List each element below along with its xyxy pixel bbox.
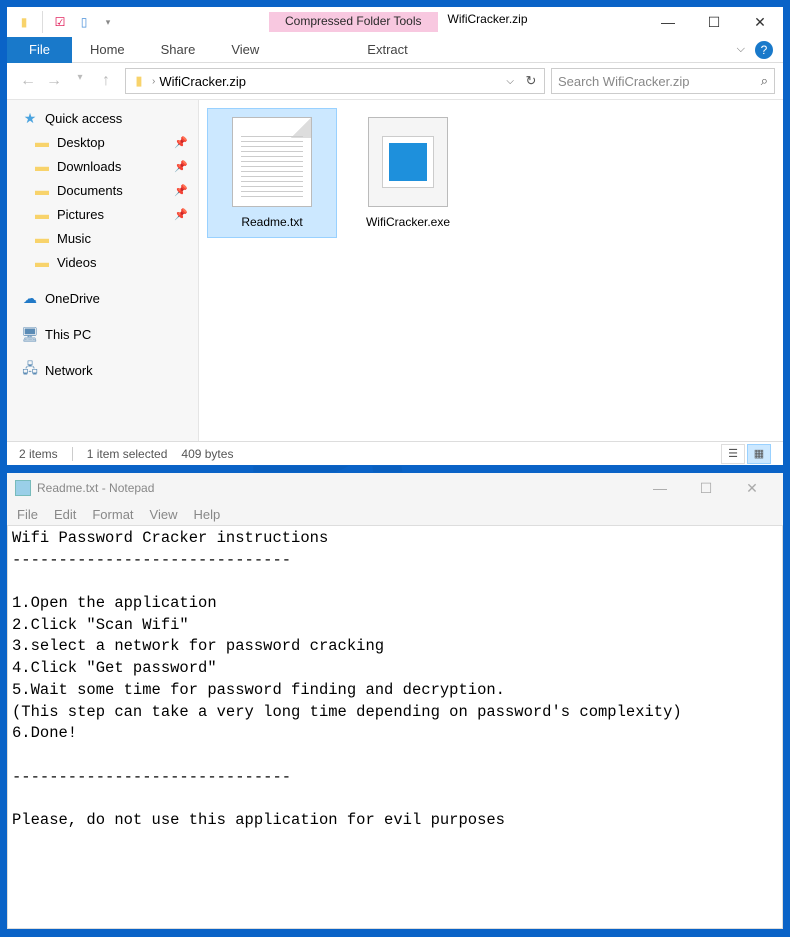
window-title: Readme.txt - Notepad: [37, 481, 154, 495]
folder-icon: ▬: [33, 229, 51, 247]
sidebar-item-pictures[interactable]: ▬Pictures📌: [7, 202, 198, 226]
properties-icon[interactable]: ☑: [49, 11, 71, 33]
history-dropdown-icon[interactable]: ▾: [71, 72, 89, 90]
sidebar-network[interactable]: 🖧Network: [7, 358, 198, 382]
file-label: Readme.txt: [216, 215, 328, 229]
status-size: 409 bytes: [181, 447, 233, 461]
sidebar-item-documents[interactable]: ▬Documents📌: [7, 178, 198, 202]
sidebar-label: Quick access: [45, 111, 122, 126]
notepad-window: Readme.txt - Notepad — ☐ ✕ File Edit For…: [6, 472, 784, 930]
close-button[interactable]: ✕: [729, 473, 775, 503]
minimize-button[interactable]: —: [637, 473, 683, 503]
close-button[interactable]: ✕: [737, 7, 783, 37]
address-dropdown-icon[interactable]: ⌵: [502, 76, 518, 87]
zip-folder-icon: ▮: [130, 72, 148, 90]
menu-view[interactable]: View: [144, 505, 184, 524]
ribbon: File Home Share View Extract ⌵ ?: [7, 37, 783, 63]
maximize-button[interactable]: ☐: [683, 473, 729, 503]
qat-dropdown-icon[interactable]: ▾: [97, 11, 119, 33]
search-input[interactable]: [558, 74, 761, 89]
sidebar-item-music[interactable]: ▬Music: [7, 226, 198, 250]
text-area[interactable]: Wifi Password Cracker instructions -----…: [7, 525, 783, 929]
pin-icon: 📌: [174, 208, 188, 221]
zip-icon: ▮: [13, 11, 35, 33]
file-list[interactable]: Readme.txt WifiCracker.exe: [199, 100, 783, 441]
status-count: 2 items: [19, 447, 58, 461]
menu-file[interactable]: File: [11, 505, 44, 524]
text-content[interactable]: Wifi Password Cracker instructions -----…: [8, 526, 782, 834]
nav-bar: ← → ▾ ↑ ▮ › WifiCracker.zip ⌵ ↻ ⌕: [7, 63, 783, 99]
titlebar[interactable]: Readme.txt - Notepad — ☐ ✕: [7, 473, 783, 503]
search-icon[interactable]: ⌕: [761, 73, 768, 89]
file-tab[interactable]: File: [7, 37, 72, 63]
file-label: WifiCracker.exe: [352, 215, 464, 229]
sidebar-onedrive[interactable]: ☁OneDrive: [7, 286, 198, 310]
file-explorer-window: ▮ ☑ ▯ ▾ Compressed Folder Tools WifiCrac…: [6, 6, 784, 466]
file-item-exe[interactable]: WifiCracker.exe: [343, 108, 473, 238]
search-box: ⌕: [551, 68, 775, 94]
window-title: WifiCracker.zip: [438, 12, 645, 32]
back-button[interactable]: ←: [19, 72, 37, 90]
quick-access-toolbar: ▮ ☑ ▯ ▾: [7, 11, 119, 33]
new-folder-icon[interactable]: ▯: [73, 11, 95, 33]
help-icon[interactable]: ?: [755, 41, 773, 59]
contextual-tab-label: Compressed Folder Tools: [269, 12, 438, 32]
menu-edit[interactable]: Edit: [48, 505, 82, 524]
folder-icon: ▬: [33, 205, 51, 223]
sidebar-item-desktop[interactable]: ▬Desktop📌: [7, 130, 198, 154]
up-button[interactable]: ↑: [97, 72, 115, 90]
large-icons-view-button[interactable]: ▦: [747, 444, 771, 464]
expand-ribbon-icon[interactable]: ⌵: [737, 43, 745, 56]
network-icon: 🖧: [21, 361, 39, 379]
folder-icon: ▬: [33, 181, 51, 199]
refresh-icon[interactable]: ↻: [522, 73, 540, 89]
menu-help[interactable]: Help: [187, 505, 226, 524]
forward-button[interactable]: →: [45, 72, 63, 90]
status-selected: 1 item selected: [87, 447, 168, 461]
notepad-icon: [15, 480, 31, 496]
onedrive-icon: ☁: [21, 289, 39, 307]
titlebar[interactable]: ▮ ☑ ▯ ▾ Compressed Folder Tools WifiCrac…: [7, 7, 783, 37]
file-item-readme[interactable]: Readme.txt: [207, 108, 337, 238]
pin-icon: 📌: [174, 160, 188, 173]
minimize-button[interactable]: —: [645, 7, 691, 37]
folder-icon: ▬: [33, 157, 51, 175]
exe-file-icon: [368, 117, 448, 207]
extract-tab[interactable]: Extract: [349, 38, 425, 61]
star-icon: ★: [21, 109, 39, 127]
separator: [37, 11, 43, 33]
share-tab[interactable]: Share: [143, 38, 214, 61]
menu-bar: File Edit Format View Help: [7, 503, 783, 525]
sidebar-thispc[interactable]: 🖥This PC: [7, 322, 198, 346]
txt-file-icon: [232, 117, 312, 207]
home-tab[interactable]: Home: [72, 38, 143, 61]
details-view-button[interactable]: ☰: [721, 444, 745, 464]
folder-icon: ▬: [33, 253, 51, 271]
pin-icon: 📌: [174, 184, 188, 197]
sidebar-item-videos[interactable]: ▬Videos: [7, 250, 198, 274]
address-bar[interactable]: ▮ › WifiCracker.zip ⌵ ↻: [125, 68, 545, 94]
view-tab[interactable]: View: [213, 38, 277, 61]
menu-format[interactable]: Format: [86, 505, 139, 524]
address-text: WifiCracker.zip: [159, 74, 498, 89]
navigation-pane: ★ Quick access ▬Desktop📌 ▬Downloads📌 ▬Do…: [7, 100, 199, 441]
chevron-right-icon[interactable]: ›: [152, 76, 155, 87]
sidebar-quick-access[interactable]: ★ Quick access: [7, 106, 198, 130]
sidebar-item-downloads[interactable]: ▬Downloads📌: [7, 154, 198, 178]
pin-icon: 📌: [174, 136, 188, 149]
folder-icon: ▬: [33, 133, 51, 151]
pc-icon: 🖥: [21, 325, 39, 343]
maximize-button[interactable]: ☐: [691, 7, 737, 37]
status-bar: 2 items 1 item selected 409 bytes ☰ ▦: [7, 441, 783, 465]
